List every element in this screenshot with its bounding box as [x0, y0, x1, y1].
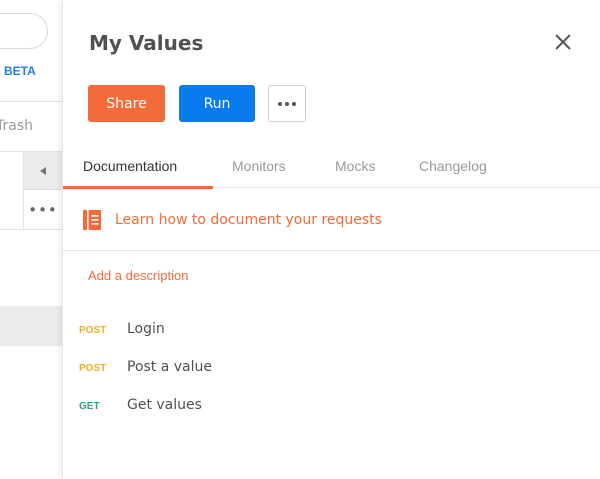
add-description-link[interactable]: Add a description: [88, 268, 188, 283]
collapse-button[interactable]: [24, 152, 62, 190]
learn-documentation-link[interactable]: Learn how to document your requests: [115, 212, 382, 228]
more-horizontal-icon: [278, 101, 296, 106]
sidebar-divider: [0, 229, 62, 230]
tab-monitors[interactable]: Monitors: [232, 148, 286, 188]
more-horizontal-icon: •••: [28, 201, 58, 219]
request-name: Post a value: [127, 359, 213, 375]
tab-changelog[interactable]: Changelog: [419, 148, 487, 188]
collection-list-item[interactable]: [0, 152, 24, 229]
book-icon: [83, 210, 101, 230]
tab-mocks[interactable]: Mocks: [335, 148, 375, 188]
panel-tabs: Documentation Monitors Mocks Changelog: [63, 148, 600, 189]
collection-details-panel: My Values Share Run Documentation Monito…: [62, 0, 600, 479]
collection-more-button[interactable]: •••: [24, 191, 62, 229]
panel-title: My Values: [89, 31, 204, 55]
more-actions-button[interactable]: [268, 85, 306, 122]
chevron-left-icon: [40, 166, 46, 175]
sidebar-tab-trash[interactable]: Trash: [0, 118, 33, 134]
close-icon[interactable]: [553, 32, 573, 52]
sidebar-search-input[interactable]: [0, 13, 48, 49]
request-method-badge: GET: [79, 401, 100, 412]
request-name: Get values: [127, 397, 202, 413]
request-method-badge: POST: [79, 363, 107, 374]
request-name: Login: [127, 321, 165, 337]
sidebar-selected-item[interactable]: [0, 306, 62, 346]
run-button[interactable]: Run: [179, 85, 255, 122]
beta-badge: BETA: [4, 64, 36, 78]
documentation-banner: Learn how to document your requests: [63, 189, 600, 251]
sidebar-divider: [0, 101, 62, 102]
tab-documentation[interactable]: Documentation: [63, 148, 213, 189]
request-method-badge: POST: [79, 325, 107, 336]
share-button[interactable]: Share: [88, 85, 165, 122]
left-sidebar: BETA Trash •••: [0, 0, 62, 479]
